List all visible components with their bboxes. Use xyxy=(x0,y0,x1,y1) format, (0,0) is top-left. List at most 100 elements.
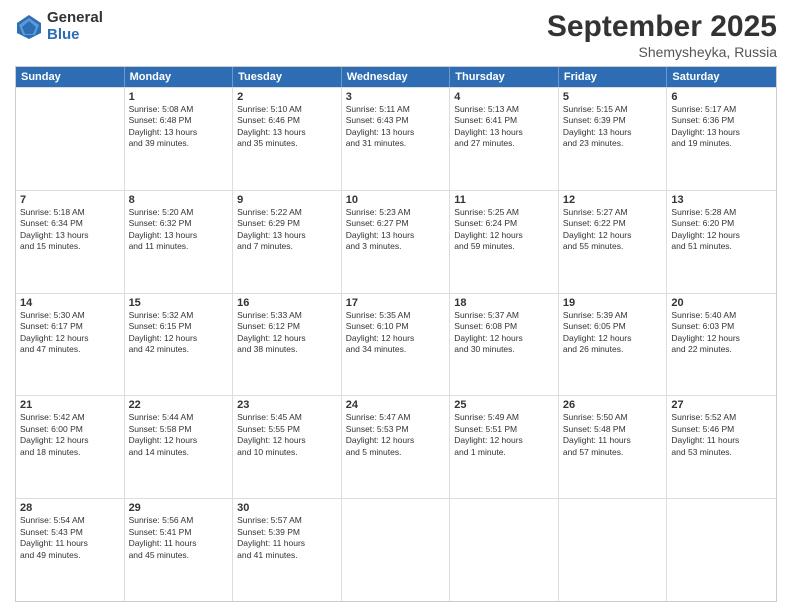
cell-day-number: 24 xyxy=(346,399,446,411)
calendar-cell: 14Sunrise: 5:30 AM Sunset: 6:17 PM Dayli… xyxy=(16,294,125,396)
cell-info: Sunrise: 5:20 AM Sunset: 6:32 PM Dayligh… xyxy=(129,207,229,253)
calendar-cell: 21Sunrise: 5:42 AM Sunset: 6:00 PM Dayli… xyxy=(16,396,125,498)
cell-info: Sunrise: 5:23 AM Sunset: 6:27 PM Dayligh… xyxy=(346,207,446,253)
weekday-header: Saturday xyxy=(667,67,776,87)
cell-day-number: 6 xyxy=(671,91,772,103)
calendar-row: 21Sunrise: 5:42 AM Sunset: 6:00 PM Dayli… xyxy=(16,395,776,498)
cell-info: Sunrise: 5:11 AM Sunset: 6:43 PM Dayligh… xyxy=(346,104,446,150)
cell-info: Sunrise: 5:54 AM Sunset: 5:43 PM Dayligh… xyxy=(20,515,120,561)
cell-day-number: 19 xyxy=(563,297,663,309)
cell-day-number: 23 xyxy=(237,399,337,411)
cell-day-number: 30 xyxy=(237,502,337,514)
cell-day-number: 4 xyxy=(454,91,554,103)
cell-info: Sunrise: 5:50 AM Sunset: 5:48 PM Dayligh… xyxy=(563,412,663,458)
calendar: SundayMondayTuesdayWednesdayThursdayFrid… xyxy=(15,66,777,602)
calendar-cell: 26Sunrise: 5:50 AM Sunset: 5:48 PM Dayli… xyxy=(559,396,668,498)
calendar-cell: 17Sunrise: 5:35 AM Sunset: 6:10 PM Dayli… xyxy=(342,294,451,396)
cell-day-number: 8 xyxy=(129,194,229,206)
cell-day-number: 27 xyxy=(671,399,772,411)
calendar-cell xyxy=(667,499,776,601)
cell-day-number: 14 xyxy=(20,297,120,309)
weekday-header: Thursday xyxy=(450,67,559,87)
cell-day-number: 13 xyxy=(671,194,772,206)
cell-day-number: 22 xyxy=(129,399,229,411)
calendar-cell: 25Sunrise: 5:49 AM Sunset: 5:51 PM Dayli… xyxy=(450,396,559,498)
calendar-cell xyxy=(450,499,559,601)
cell-day-number: 15 xyxy=(129,297,229,309)
calendar-cell: 2Sunrise: 5:10 AM Sunset: 6:46 PM Daylig… xyxy=(233,88,342,190)
logo: General Blue xyxy=(15,10,103,43)
cell-day-number: 2 xyxy=(237,91,337,103)
cell-info: Sunrise: 5:25 AM Sunset: 6:24 PM Dayligh… xyxy=(454,207,554,253)
cell-day-number: 18 xyxy=(454,297,554,309)
calendar-cell: 27Sunrise: 5:52 AM Sunset: 5:46 PM Dayli… xyxy=(667,396,776,498)
cell-day-number: 3 xyxy=(346,91,446,103)
calendar-cell: 28Sunrise: 5:54 AM Sunset: 5:43 PM Dayli… xyxy=(16,499,125,601)
cell-info: Sunrise: 5:44 AM Sunset: 5:58 PM Dayligh… xyxy=(129,412,229,458)
calendar-cell: 22Sunrise: 5:44 AM Sunset: 5:58 PM Dayli… xyxy=(125,396,234,498)
calendar-cell: 23Sunrise: 5:45 AM Sunset: 5:55 PM Dayli… xyxy=(233,396,342,498)
cell-info: Sunrise: 5:15 AM Sunset: 6:39 PM Dayligh… xyxy=(563,104,663,150)
cell-day-number: 29 xyxy=(129,502,229,514)
cell-day-number: 26 xyxy=(563,399,663,411)
weekday-header: Sunday xyxy=(16,67,125,87)
cell-info: Sunrise: 5:18 AM Sunset: 6:34 PM Dayligh… xyxy=(20,207,120,253)
calendar-cell: 3Sunrise: 5:11 AM Sunset: 6:43 PM Daylig… xyxy=(342,88,451,190)
month-title: September 2025 xyxy=(547,10,777,44)
cell-day-number: 10 xyxy=(346,194,446,206)
cell-info: Sunrise: 5:27 AM Sunset: 6:22 PM Dayligh… xyxy=(563,207,663,253)
cell-info: Sunrise: 5:52 AM Sunset: 5:46 PM Dayligh… xyxy=(671,412,772,458)
calendar-cell: 6Sunrise: 5:17 AM Sunset: 6:36 PM Daylig… xyxy=(667,88,776,190)
calendar-body: 1Sunrise: 5:08 AM Sunset: 6:48 PM Daylig… xyxy=(16,87,776,601)
calendar-cell: 8Sunrise: 5:20 AM Sunset: 6:32 PM Daylig… xyxy=(125,191,234,293)
calendar-row: 14Sunrise: 5:30 AM Sunset: 6:17 PM Dayli… xyxy=(16,293,776,396)
calendar-cell: 19Sunrise: 5:39 AM Sunset: 6:05 PM Dayli… xyxy=(559,294,668,396)
cell-info: Sunrise: 5:10 AM Sunset: 6:46 PM Dayligh… xyxy=(237,104,337,150)
logo-general: General xyxy=(47,10,103,27)
cell-info: Sunrise: 5:39 AM Sunset: 6:05 PM Dayligh… xyxy=(563,310,663,356)
cell-info: Sunrise: 5:37 AM Sunset: 6:08 PM Dayligh… xyxy=(454,310,554,356)
cell-info: Sunrise: 5:56 AM Sunset: 5:41 PM Dayligh… xyxy=(129,515,229,561)
cell-info: Sunrise: 5:40 AM Sunset: 6:03 PM Dayligh… xyxy=(671,310,772,356)
cell-day-number: 21 xyxy=(20,399,120,411)
weekday-header: Friday xyxy=(559,67,668,87)
calendar-cell: 9Sunrise: 5:22 AM Sunset: 6:29 PM Daylig… xyxy=(233,191,342,293)
cell-day-number: 17 xyxy=(346,297,446,309)
cell-info: Sunrise: 5:30 AM Sunset: 6:17 PM Dayligh… xyxy=(20,310,120,356)
cell-info: Sunrise: 5:08 AM Sunset: 6:48 PM Dayligh… xyxy=(129,104,229,150)
calendar-cell: 12Sunrise: 5:27 AM Sunset: 6:22 PM Dayli… xyxy=(559,191,668,293)
calendar-cell xyxy=(559,499,668,601)
cell-day-number: 16 xyxy=(237,297,337,309)
header: General Blue September 2025 Shemysheyka,… xyxy=(15,10,777,60)
cell-day-number: 20 xyxy=(671,297,772,309)
cell-info: Sunrise: 5:17 AM Sunset: 6:36 PM Dayligh… xyxy=(671,104,772,150)
calendar-row: 28Sunrise: 5:54 AM Sunset: 5:43 PM Dayli… xyxy=(16,498,776,601)
calendar-cell: 1Sunrise: 5:08 AM Sunset: 6:48 PM Daylig… xyxy=(125,88,234,190)
calendar-cell: 29Sunrise: 5:56 AM Sunset: 5:41 PM Dayli… xyxy=(125,499,234,601)
calendar-cell: 24Sunrise: 5:47 AM Sunset: 5:53 PM Dayli… xyxy=(342,396,451,498)
cell-info: Sunrise: 5:45 AM Sunset: 5:55 PM Dayligh… xyxy=(237,412,337,458)
title-block: September 2025 Shemysheyka, Russia xyxy=(547,10,777,60)
logo-blue: Blue xyxy=(47,27,103,44)
cell-info: Sunrise: 5:13 AM Sunset: 6:41 PM Dayligh… xyxy=(454,104,554,150)
calendar-cell: 4Sunrise: 5:13 AM Sunset: 6:41 PM Daylig… xyxy=(450,88,559,190)
cell-day-number: 5 xyxy=(563,91,663,103)
cell-info: Sunrise: 5:33 AM Sunset: 6:12 PM Dayligh… xyxy=(237,310,337,356)
weekday-header: Wednesday xyxy=(342,67,451,87)
calendar-cell: 10Sunrise: 5:23 AM Sunset: 6:27 PM Dayli… xyxy=(342,191,451,293)
calendar-cell: 7Sunrise: 5:18 AM Sunset: 6:34 PM Daylig… xyxy=(16,191,125,293)
cell-info: Sunrise: 5:42 AM Sunset: 6:00 PM Dayligh… xyxy=(20,412,120,458)
calendar-cell: 5Sunrise: 5:15 AM Sunset: 6:39 PM Daylig… xyxy=(559,88,668,190)
calendar-cell xyxy=(16,88,125,190)
calendar-cell: 30Sunrise: 5:57 AM Sunset: 5:39 PM Dayli… xyxy=(233,499,342,601)
cell-day-number: 28 xyxy=(20,502,120,514)
cell-info: Sunrise: 5:49 AM Sunset: 5:51 PM Dayligh… xyxy=(454,412,554,458)
logo-text: General Blue xyxy=(47,10,103,43)
cell-info: Sunrise: 5:47 AM Sunset: 5:53 PM Dayligh… xyxy=(346,412,446,458)
weekday-header: Tuesday xyxy=(233,67,342,87)
cell-info: Sunrise: 5:28 AM Sunset: 6:20 PM Dayligh… xyxy=(671,207,772,253)
logo-icon xyxy=(15,13,43,41)
cell-day-number: 11 xyxy=(454,194,554,206)
calendar-header: SundayMondayTuesdayWednesdayThursdayFrid… xyxy=(16,67,776,87)
cell-day-number: 9 xyxy=(237,194,337,206)
